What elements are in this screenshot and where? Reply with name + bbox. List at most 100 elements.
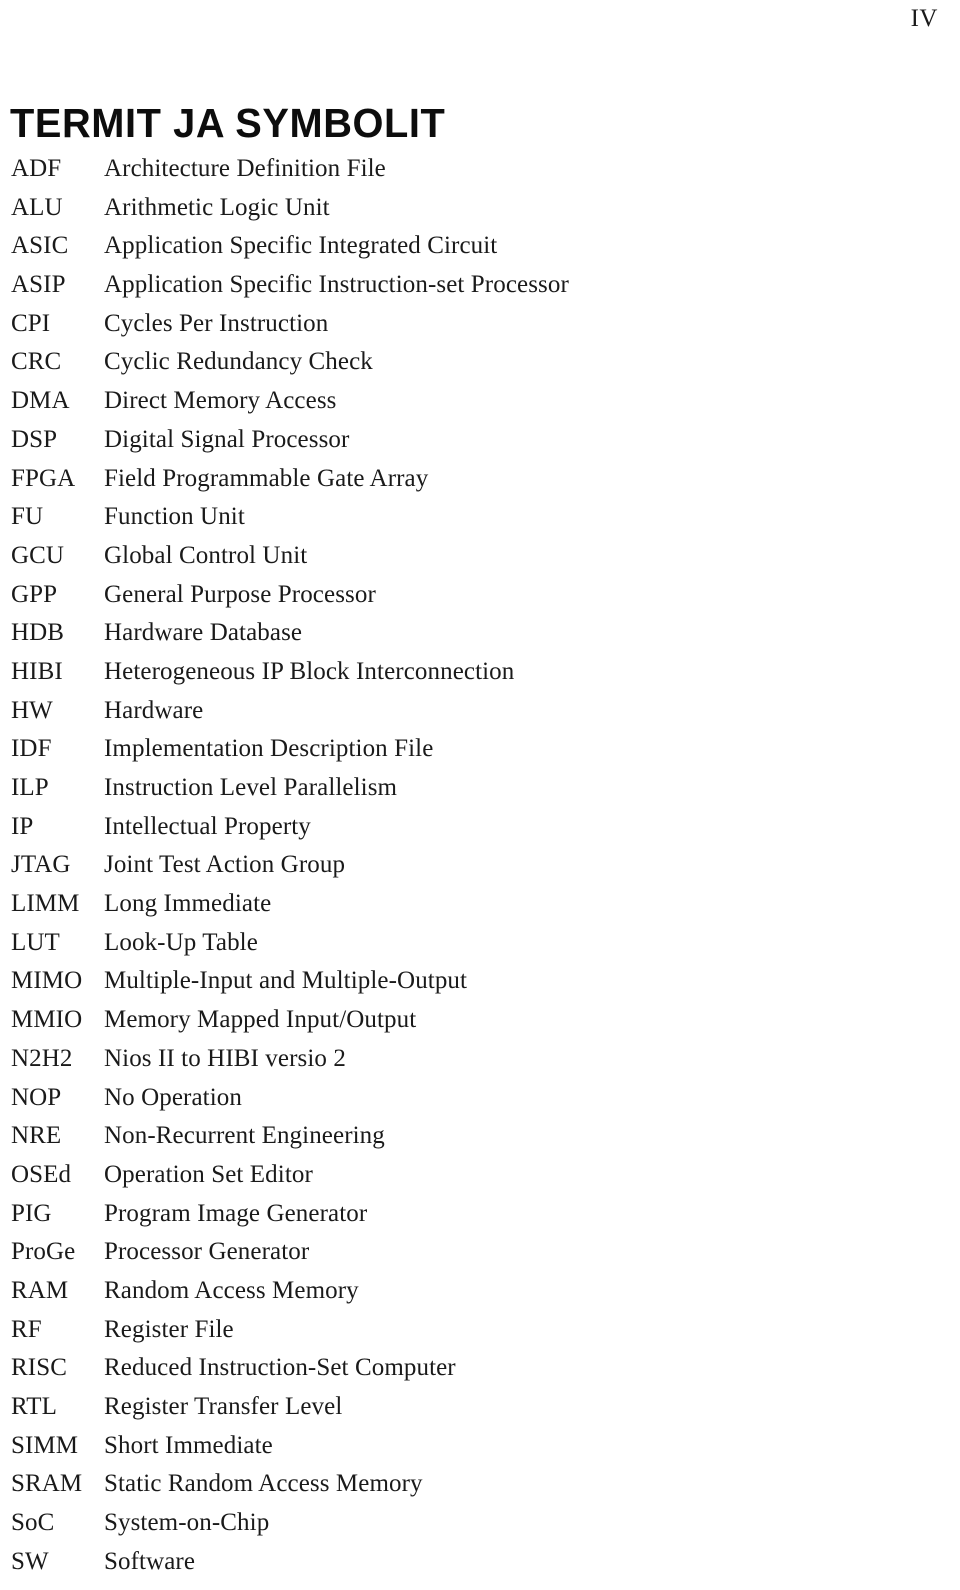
- glossary-entry: SIMM Short Immediate: [0, 1427, 960, 1466]
- glossary-entry: DSP Digital Signal Processor: [0, 421, 960, 460]
- glossary-definition: Arithmetic Logic Unit: [104, 193, 330, 221]
- glossary-entry: JTAG Joint Test Action Group: [0, 846, 960, 885]
- glossary-term: ASIP: [11, 271, 66, 299]
- glossary-entry: ProGe Processor Generator: [0, 1233, 960, 1272]
- glossary-term: NRE: [11, 1122, 62, 1150]
- glossary-definition: No Operation: [104, 1083, 242, 1111]
- page-title: TERMIT JA SYMBOLIT: [10, 100, 446, 147]
- glossary-definition: Operation Set Editor: [104, 1160, 313, 1188]
- glossary-entry: SRAM Static Random Access Memory: [0, 1465, 960, 1504]
- glossary-entry: ADF Architecture Definition File: [0, 150, 960, 189]
- glossary-definition: Program Image Generator: [104, 1199, 368, 1227]
- glossary-entry: FPGA Field Programmable Gate Array: [0, 460, 960, 499]
- glossary-term: FPGA: [11, 464, 76, 492]
- glossary-entry: GCU Global Control Unit: [0, 537, 960, 576]
- glossary-entry: PIG Program Image Generator: [0, 1195, 960, 1234]
- glossary-definition: Intellectual Property: [104, 812, 311, 840]
- glossary-entry: DMA Direct Memory Access: [0, 382, 960, 421]
- glossary-list: ADF Architecture Definition File ALU Arithm…: [0, 150, 960, 1581]
- glossary-term: NOP: [11, 1083, 62, 1111]
- glossary-term: MIMO: [11, 967, 83, 995]
- glossary-term: ASIC: [11, 232, 69, 260]
- glossary-definition: Short Immediate: [104, 1431, 273, 1459]
- glossary-term: RAM: [11, 1276, 69, 1304]
- glossary-definition: Long Immediate: [104, 890, 272, 918]
- glossary-definition: Architecture Definition File: [104, 155, 386, 182]
- glossary-entry: NRE Non-Recurrent Engineering: [0, 1117, 960, 1156]
- glossary-term: OSEd: [11, 1160, 72, 1188]
- glossary-definition: Hardware: [104, 696, 204, 724]
- glossary-term: RISC: [11, 1354, 67, 1382]
- glossary-term: SRAM: [11, 1470, 83, 1498]
- glossary-term: FU: [11, 503, 44, 531]
- glossary-term: SW: [11, 1547, 49, 1575]
- glossary-entry: IDF Implementation Description File: [0, 730, 960, 769]
- glossary-entry: SoC System-on-Chip: [0, 1504, 960, 1543]
- glossary-entry: ILP Instruction Level Parallelism: [0, 769, 960, 808]
- glossary-term: MMIO: [11, 1006, 83, 1034]
- glossary-definition: Nios II to HIBI versio 2: [104, 1044, 346, 1072]
- glossary-entry: OSEd Operation Set Editor: [0, 1156, 960, 1195]
- glossary-definition: Application Specific Integrated Circuit: [104, 232, 498, 260]
- glossary-entry: LIMM Long Immediate: [0, 885, 960, 924]
- glossary-term: ProGe: [11, 1238, 76, 1266]
- glossary-term: ALU: [11, 193, 63, 221]
- glossary-entry: ALU Arithmetic Logic Unit: [0, 189, 960, 228]
- glossary-entry: RISC Reduced Instruction-Set Computer: [0, 1349, 960, 1388]
- glossary-definition: Heterogeneous IP Block Interconnection: [104, 657, 515, 685]
- glossary-definition: Look-Up Table: [104, 928, 258, 956]
- glossary-entry: HDB Hardware Database: [0, 614, 960, 653]
- glossary-term: HDB: [11, 619, 65, 647]
- glossary-term: RF: [11, 1315, 42, 1343]
- glossary-term: HW: [11, 696, 53, 724]
- glossary-term: JTAG: [11, 851, 71, 879]
- glossary-term: LUT: [11, 928, 60, 956]
- glossary-entry: SW Software: [0, 1543, 960, 1582]
- glossary-entry: RAM Random Access Memory: [0, 1272, 960, 1311]
- glossary-definition: Non-Recurrent Engineering: [104, 1122, 385, 1150]
- glossary-entry: HW Hardware: [0, 692, 960, 731]
- page-number: IV: [910, 5, 938, 32]
- glossary-term: CRC: [11, 348, 62, 376]
- glossary-term: IDF: [11, 735, 52, 763]
- glossary-definition: Cycles Per Instruction: [104, 309, 329, 337]
- glossary-term: ILP: [11, 774, 49, 801]
- glossary-term: IP: [11, 812, 34, 840]
- glossary-entry: NOP No Operation: [0, 1079, 960, 1118]
- glossary-definition: Random Access Memory: [104, 1276, 359, 1304]
- glossary-definition: Field Programmable Gate Array: [104, 464, 429, 492]
- glossary-definition: Joint Test Action Group: [104, 851, 346, 879]
- glossary-term: LIMM: [11, 890, 80, 918]
- glossary-term: HIBI: [11, 657, 63, 685]
- glossary-entry: RF Register File: [0, 1311, 960, 1350]
- glossary-definition: Reduced Instruction-Set Computer: [104, 1354, 456, 1382]
- glossary-definition: Static Random Access Memory: [104, 1470, 423, 1498]
- glossary-entry: CRC Cyclic Redundancy Check: [0, 343, 960, 382]
- glossary-term: PIG: [11, 1199, 52, 1227]
- glossary-term: RTL: [11, 1393, 58, 1420]
- glossary-definition: Implementation Description File: [104, 735, 434, 763]
- glossary-entry: HIBI Heterogeneous IP Block Interconnecti…: [0, 653, 960, 692]
- glossary-definition: Global Control Unit: [104, 541, 308, 569]
- glossary-term: CPI: [11, 309, 51, 337]
- glossary-definition: System-on-Chip: [104, 1509, 270, 1537]
- glossary-definition: Register Transfer Level: [104, 1393, 343, 1420]
- glossary-definition: Register File: [104, 1315, 234, 1343]
- glossary-definition: Hardware Database: [104, 619, 303, 647]
- glossary-definition: Cyclic Redundancy Check: [104, 348, 373, 376]
- glossary-definition: Multiple-Input and Multiple-Output: [104, 967, 468, 995]
- glossary-entry: IP Intellectual Property: [0, 808, 960, 847]
- glossary-entry: MMIO Memory Mapped Input/Output: [0, 1001, 960, 1040]
- glossary-definition: Application Specific Instruction-set Pro…: [104, 271, 569, 299]
- glossary-term: ADF: [11, 155, 62, 182]
- glossary-entry: CPI Cycles Per Instruction: [0, 305, 960, 344]
- glossary-definition: General Purpose Processor: [104, 580, 376, 608]
- glossary-term: DSP: [11, 425, 58, 453]
- glossary-entry: ASIC Application Specific Integrated Circ…: [0, 227, 960, 266]
- glossary-entry: ASIP Application Specific Instruction-set…: [0, 266, 960, 305]
- glossary-term: GCU: [11, 541, 65, 569]
- glossary-entry: MIMO Multiple-Input and Multiple-Output: [0, 962, 960, 1001]
- glossary-entry: N2H2 Nios II to HIBI versio 2: [0, 1040, 960, 1079]
- glossary-term: DMA: [11, 387, 70, 415]
- glossary-term: N2H2: [11, 1044, 73, 1072]
